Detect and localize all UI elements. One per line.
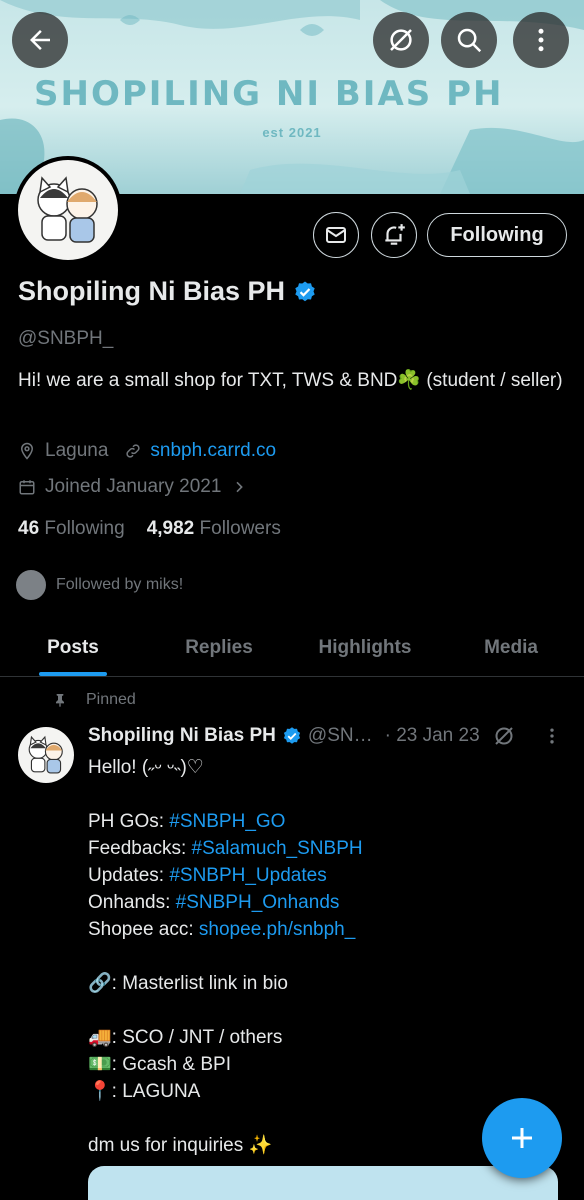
shopee-link[interactable]: shopee.ph/snbph_ <box>199 919 355 940</box>
post-line-payment: 💵: Gcash & BPI <box>88 1054 231 1075</box>
profile-bio: Hi! we are a small shop for TXT, TWS & B… <box>18 370 563 391</box>
profile-name: Shopiling Ni Bias PH <box>18 276 286 306</box>
post-media-image[interactable] <box>88 1166 558 1200</box>
back-arrow-icon <box>30 30 50 50</box>
search-icon <box>457 28 482 53</box>
profile-joined-row[interactable]: Joined January 2021 <box>18 476 247 498</box>
following-link[interactable]: 46 Following <box>18 518 125 540</box>
post-line-updates: Updates: #SNBPH_Updates <box>88 865 327 886</box>
following-button[interactable]: Following <box>427 213 567 257</box>
more-vertical-icon <box>538 28 544 52</box>
profile-website[interactable]: snbph.carrd.co <box>150 440 276 462</box>
post-line-gos: PH GOs: #SNBPH_GO <box>88 811 286 832</box>
followers-count-label: Followers <box>199 518 281 539</box>
search-button[interactable] <box>441 12 497 68</box>
tab-highlights[interactable]: Highlights <box>292 620 438 676</box>
post-line-shipping: 🚚: SCO / JNT / others <box>88 1027 283 1048</box>
post-line-onhands: Onhands: #SNBPH_Onhands <box>88 892 340 913</box>
profile-handle: @SNBPH_ <box>18 328 114 349</box>
followed-by-text: Followed by miks! <box>56 576 184 593</box>
more-button[interactable] <box>513 12 569 68</box>
tab-media[interactable]: Media <box>438 620 584 676</box>
envelope-icon <box>326 227 346 243</box>
profile-tabs: Posts Replies Highlights Media <box>0 620 584 677</box>
grok-icon <box>390 29 412 51</box>
chevron-right-icon <box>236 481 244 493</box>
location-pin-icon <box>20 442 34 460</box>
hashtag-feedbacks[interactable]: #Salamuch_SNBPH <box>192 838 363 859</box>
more-vertical-icon[interactable] <box>542 726 562 746</box>
profile-location: Laguna <box>45 440 109 461</box>
notify-button[interactable] <box>371 212 417 258</box>
hashtag-updates[interactable]: #SNBPH_Updates <box>169 865 326 886</box>
pinned-indicator: Pinned <box>52 690 136 710</box>
pin-icon <box>56 694 64 707</box>
compose-button[interactable] <box>482 1098 562 1178</box>
follow-counts: 46 Following 4,982 Followers <box>18 518 281 540</box>
link-icon <box>126 444 141 458</box>
post-line-greeting: Hello! (˶ᵕ ᵕ˵)♡ <box>88 757 204 778</box>
post-line-location: 📍: LAGUNA <box>88 1081 201 1102</box>
following-count: 46 <box>18 518 40 539</box>
post-line-feedbacks: Feedbacks: #Salamuch_SNBPH <box>88 838 363 859</box>
hashtag-go[interactable]: #SNBPH_GO <box>169 811 285 832</box>
profile-joined: Joined January 2021 <box>45 476 222 497</box>
followed-by-row[interactable]: Followed by miks! <box>14 568 183 602</box>
back-button[interactable] <box>12 12 68 68</box>
calendar-icon <box>19 480 35 495</box>
banner-title: SHOPILING NI BIAS PH <box>34 74 504 114</box>
banner-subtitle: est 2021 <box>262 125 322 140</box>
pinned-label: Pinned <box>86 691 136 708</box>
plus-icon <box>512 1128 532 1148</box>
avatar-image <box>18 160 118 260</box>
profile-name-row: Shopiling Ni Bias PH <box>18 276 317 307</box>
followers-count: 4,982 <box>146 518 195 539</box>
post-line-masterlist: 🔗: Masterlist link in bio <box>88 973 288 994</box>
verified-badge-icon[interactable] <box>293 280 317 304</box>
post-line-shopee: Shopee acc: shopee.ph/snbph_ <box>88 919 356 940</box>
post-body: Hello! (˶ᵕ ᵕ˵)♡ PH GOs: #SNBPH_GO Feedba… <box>88 754 558 1159</box>
grok-button[interactable] <box>373 12 429 68</box>
post-header: Shopiling Ni Bias PH @SN… · 23 Jan 23 <box>88 724 562 748</box>
post-author-avatar[interactable] <box>18 727 74 783</box>
post-date[interactable]: · 23 Jan 23 <box>385 725 480 747</box>
post-author-handle: @SN… <box>307 725 373 746</box>
post-author-name[interactable]: Shopiling Ni Bias PH <box>88 725 276 747</box>
tab-posts[interactable]: Posts <box>0 620 146 676</box>
bell-plus-icon <box>385 224 405 245</box>
profile-avatar[interactable] <box>14 156 122 264</box>
profile-meta-row: Laguna snbph.carrd.co <box>18 440 276 462</box>
message-button[interactable] <box>313 212 359 258</box>
verified-badge-icon <box>283 727 300 744</box>
follower-avatar <box>14 568 48 602</box>
followers-link[interactable]: 4,982 Followers <box>147 518 281 540</box>
following-count-label: Following <box>44 518 125 539</box>
hashtag-onhands[interactable]: #SNBPH_Onhands <box>176 892 340 913</box>
grok-icon[interactable] <box>492 724 516 748</box>
tab-replies[interactable]: Replies <box>146 620 292 676</box>
